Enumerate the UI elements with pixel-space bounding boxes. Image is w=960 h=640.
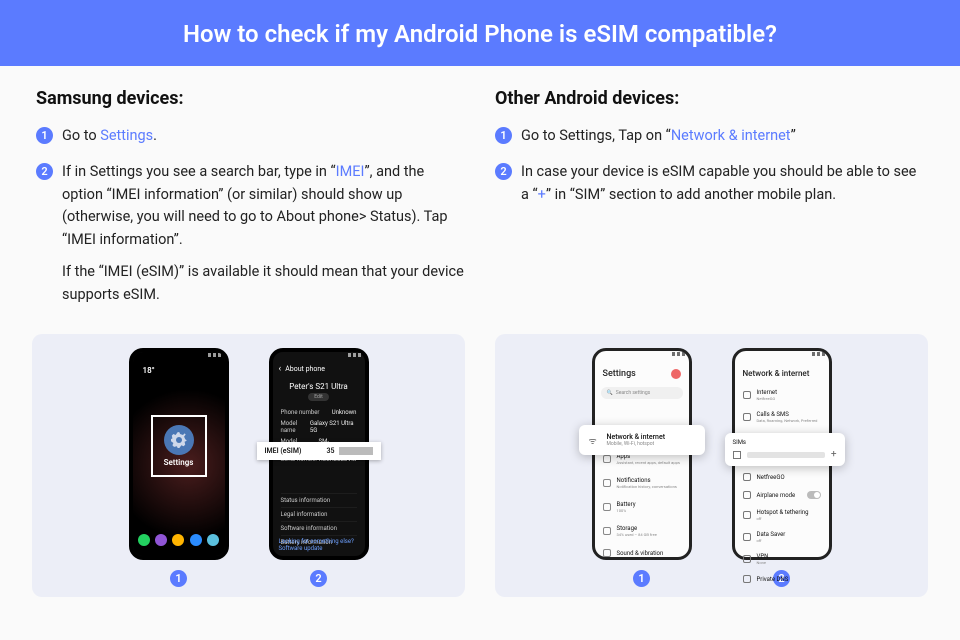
instructions-columns: Samsung devices: Go to Settings. If in S… (0, 66, 960, 320)
other-shot-1: Settings 🔍Search settings ᯤ Network & in… (592, 348, 692, 587)
network-internet-link[interactable]: Network & internet (671, 127, 791, 144)
screenshot-row: 18° Settings 1 ‹About phone Peter's S21 … (0, 334, 960, 597)
plus-link[interactable]: + (538, 186, 546, 203)
dock (133, 530, 225, 550)
samsung-shot-2: ‹About phone Peter's S21 Ultra Edit Phon… (269, 348, 369, 587)
shot-badge: 1 (633, 570, 650, 587)
samsung-step-2-more: If the “IMEI (eSIM)” is available it sho… (62, 261, 465, 306)
phone-android-settings: Settings 🔍Search settings ᯤ Network & in… (592, 348, 692, 560)
other-heading: Other Android devices: (495, 88, 924, 109)
phone-about: ‹About phone Peter's S21 Ultra Edit Phon… (269, 348, 369, 560)
samsung-shot-1: 18° Settings 1 (129, 348, 229, 587)
other-shot-2: Network & internet InternetNetfreeGO Cal… (732, 348, 832, 587)
other-steps: Go to Settings, Tap on “Network & intern… (495, 125, 924, 206)
samsung-steps: Go to Settings. If in Settings you see a… (36, 125, 465, 306)
samsung-screens: 18° Settings 1 ‹About phone Peter's S21 … (32, 334, 465, 597)
weather-widget: 18° (143, 366, 155, 375)
samsung-step-1: Go to Settings. (36, 125, 465, 147)
hero-banner: How to check if my Android Phone is eSIM… (0, 0, 960, 66)
redacted-mask (747, 452, 825, 458)
network-internet-callout: ᯤ Network & internet Mobile, Wi-Fi, hots… (579, 425, 705, 455)
samsung-heading: Samsung devices: (36, 88, 465, 109)
plus-icon: + (831, 449, 837, 460)
imei-link[interactable]: IMEI (336, 163, 365, 180)
device-name: Peter's S21 Ultra (273, 382, 365, 391)
redacted-mask (339, 447, 373, 455)
phone-network-internet: Network & internet InternetNetfreeGO Cal… (732, 348, 832, 560)
sim-icon (733, 451, 741, 459)
shot-badge: 1 (170, 570, 187, 587)
toggle-icon (807, 491, 821, 499)
sims-callout: SIMs + (725, 433, 845, 466)
imei-callout: IMEI (eSIM) 35 (257, 442, 381, 460)
settings-icon-highlight: Settings (151, 415, 207, 477)
settings-link[interactable]: Settings (100, 127, 153, 144)
phone-samsung-home: 18° Settings (129, 348, 229, 560)
samsung-step-2: If in Settings you see a search bar, typ… (36, 161, 465, 306)
edit-pill: Edit (308, 393, 328, 401)
hero-title: How to check if my Android Phone is eSIM… (183, 20, 777, 48)
gear-icon (164, 425, 194, 455)
settings-label: Settings (164, 458, 194, 467)
other-column: Other Android devices: Go to Settings, T… (495, 88, 924, 320)
avatar-icon (671, 369, 681, 379)
other-screens: Settings 🔍Search settings ᯤ Network & in… (495, 334, 928, 597)
back-icon: ‹ (279, 364, 282, 374)
other-step-1: Go to Settings, Tap on “Network & intern… (495, 125, 924, 147)
samsung-column: Samsung devices: Go to Settings. If in S… (36, 88, 465, 320)
shot-badge: 2 (310, 570, 327, 587)
search-settings: 🔍Search settings (601, 387, 683, 399)
wifi-icon: ᯤ (589, 434, 599, 447)
other-step-2: In case your device is eSIM capable you … (495, 161, 924, 206)
